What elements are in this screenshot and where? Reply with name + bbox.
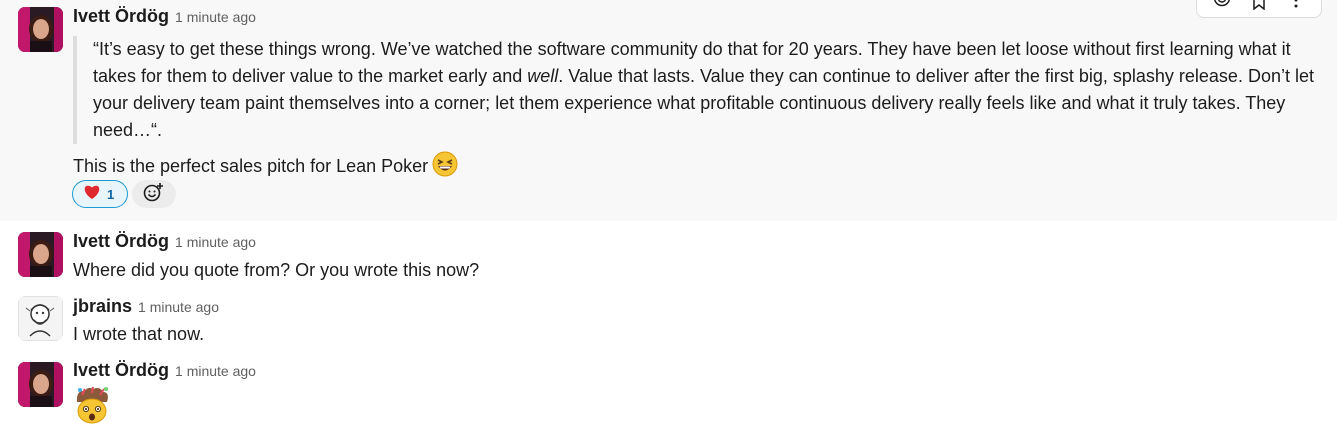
timestamp[interactable]: 1 minute ago [175,9,256,25]
author-name[interactable]: Ivett Ördög [73,6,169,26]
reactions-bar: 1 [72,180,176,208]
message-text: This is the perfect sales pitch for Lean… [73,156,429,176]
avatar[interactable] [18,232,63,277]
timestamp[interactable]: 1 minute ago [175,234,256,250]
more-actions-icon[interactable] [1285,0,1307,13]
author-name[interactable]: jbrains [73,296,132,316]
message[interactable]: Ivett Ördög 1 minute ago [0,352,1337,433]
message[interactable]: Ivett Ördög 1 minute ago Where did you qu… [0,221,1337,287]
timestamp[interactable]: 1 minute ago [138,299,219,315]
message-actions-toolbar [1196,0,1322,18]
avatar[interactable] [18,362,63,407]
message-text: Where did you quote from? Or you wrote t… [73,260,480,280]
avatar[interactable] [18,7,63,52]
message-text: I wrote that now. [73,324,205,344]
exploding-head-icon [73,386,111,429]
add-reaction-icon [143,182,165,207]
quote-emphasis: well [527,66,559,86]
red-heart-icon [83,184,101,205]
blockquote: “It’s easy to get these things wrong. We… [73,36,1323,144]
avatar[interactable] [18,296,63,341]
timestamp[interactable]: 1 minute ago [175,363,256,379]
reaction-count: 1 [107,186,115,202]
message[interactable]: jbrains 1 minute ago I wrote that now. [0,287,1337,352]
emoji-reaction-icon[interactable] [1211,0,1233,13]
author-name[interactable]: Ivett Ördög [73,231,169,251]
bookmark-icon[interactable] [1248,0,1270,13]
grinning-squinting-face-icon [432,151,458,184]
message[interactable]: Ivett Ördög 1 minute ago “It’s easy to ge… [0,0,1337,221]
author-name[interactable]: Ivett Ördög [73,360,169,380]
reaction-heart[interactable]: 1 [72,180,128,208]
add-reaction-button[interactable] [132,180,176,208]
